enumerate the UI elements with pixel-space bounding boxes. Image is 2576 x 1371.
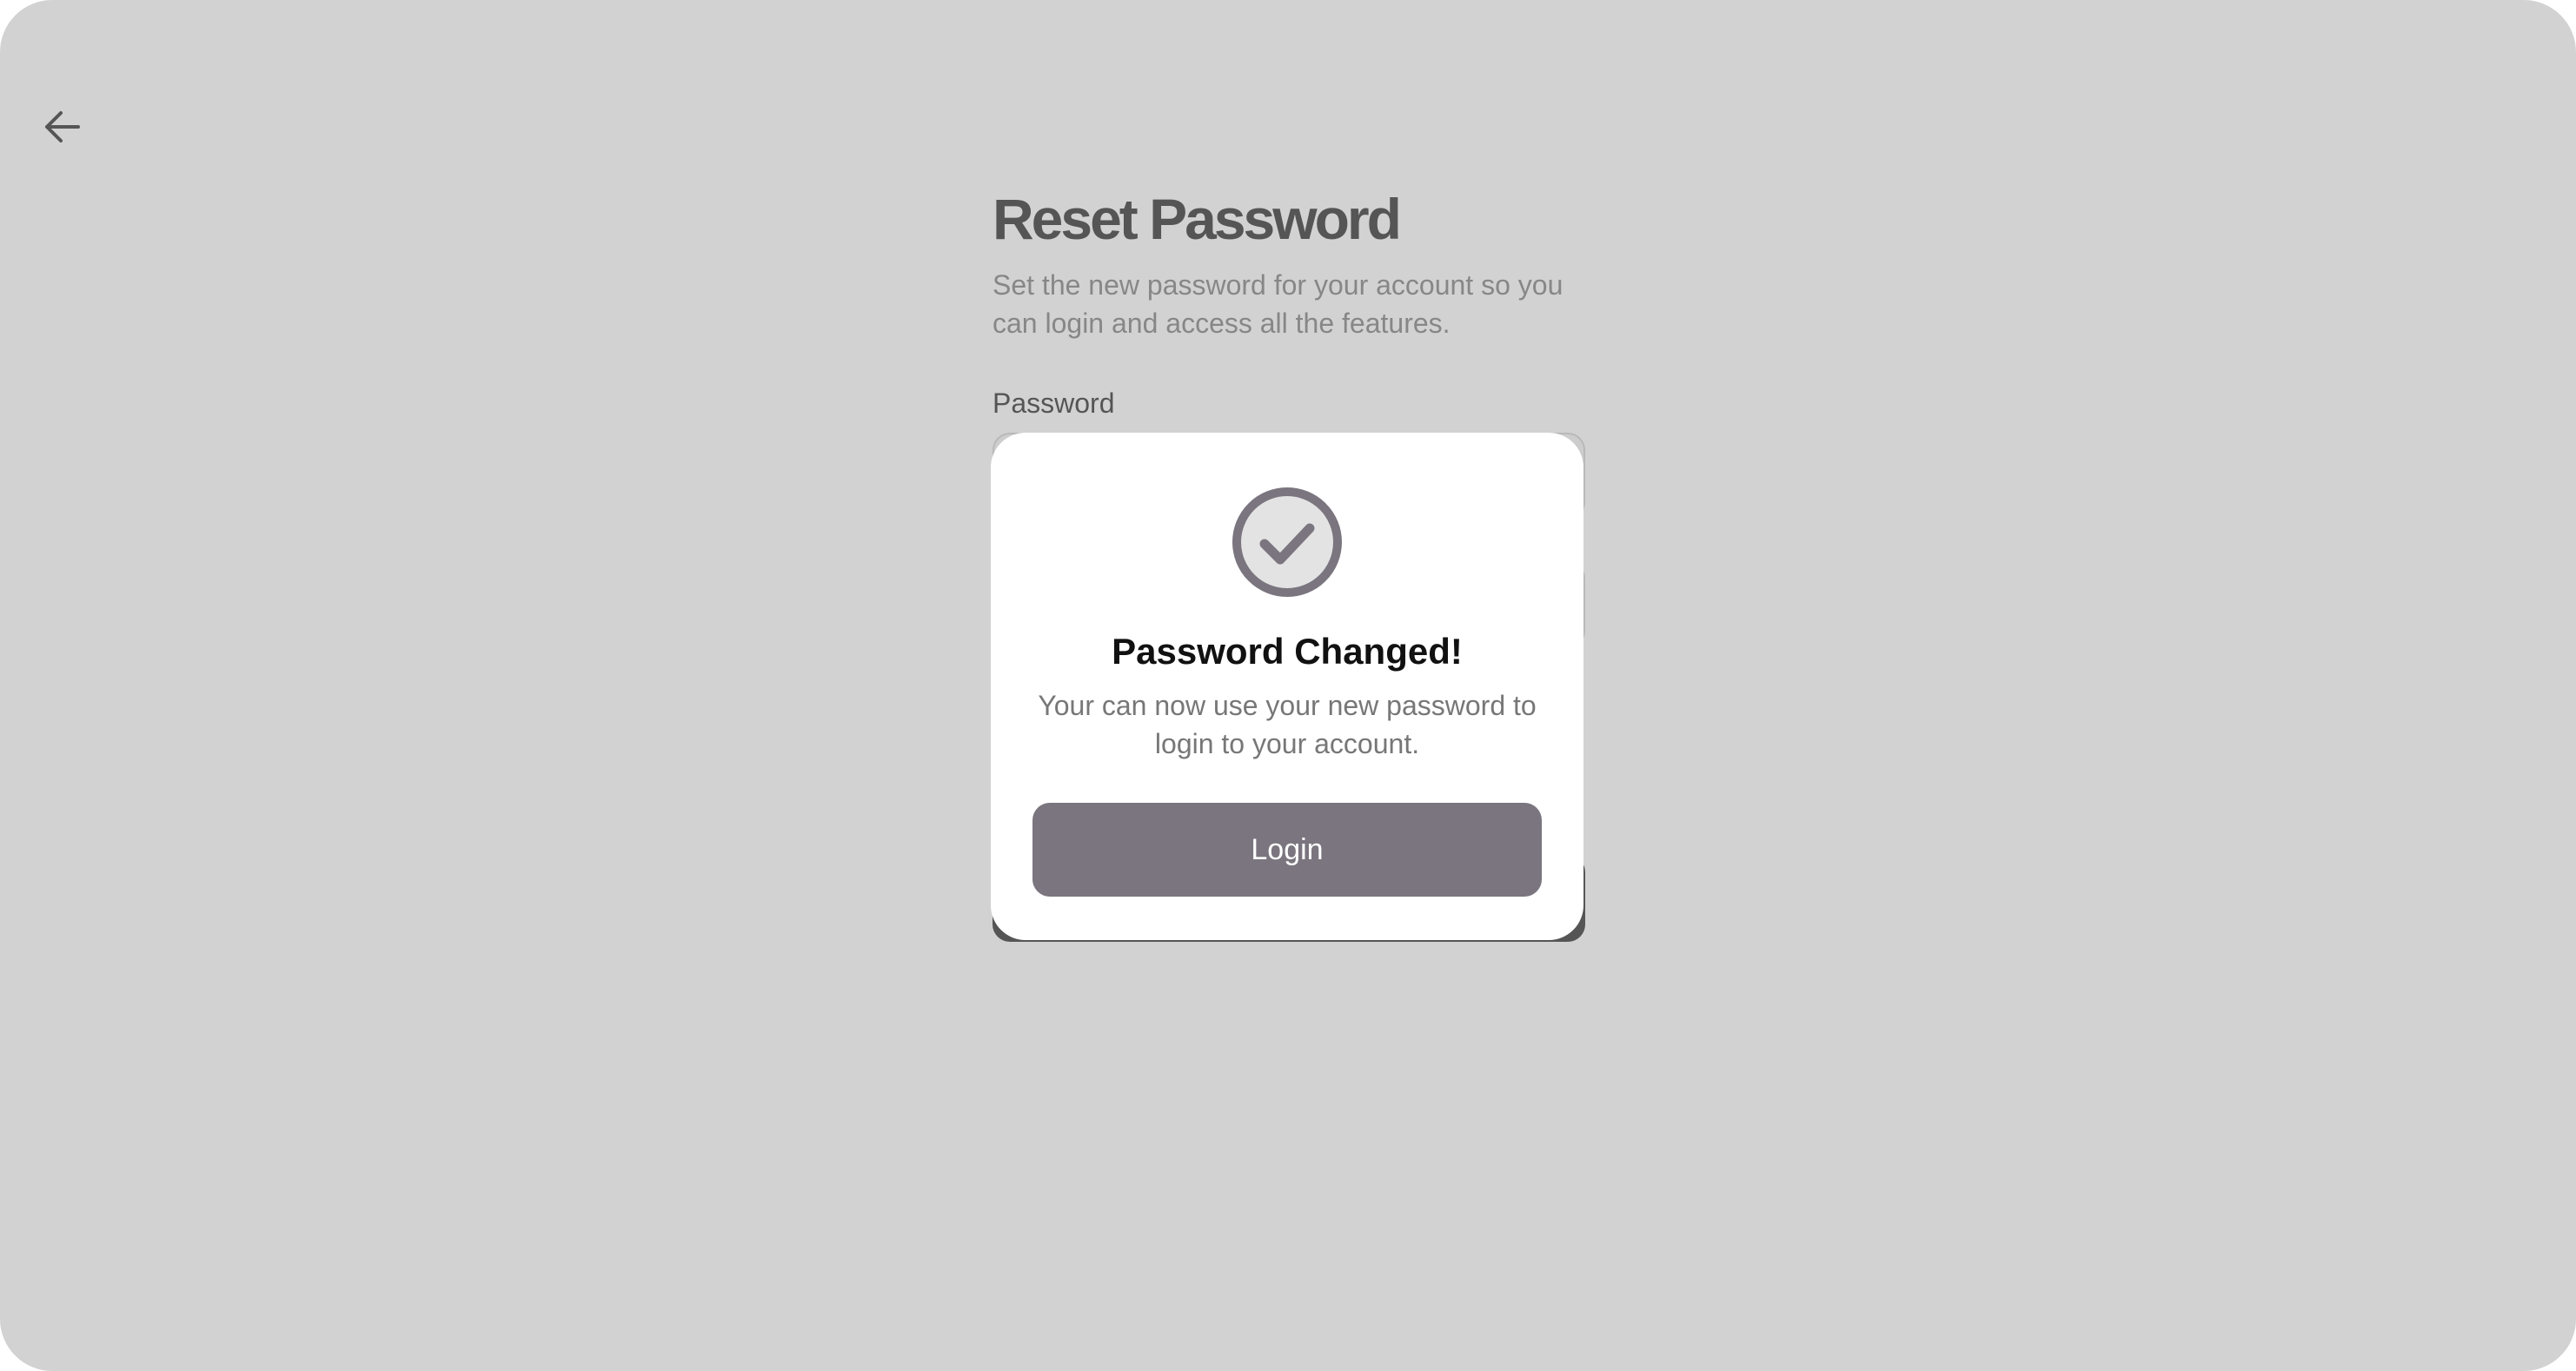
dialog-message: Your can now use your new password to lo…: [1038, 690, 1537, 759]
dialog-title: Password Changed!: [1112, 631, 1463, 672]
login-button[interactable]: Login: [1032, 803, 1542, 897]
password-changed-dialog: Password Changed! Your can now use your …: [991, 433, 1583, 940]
app-screen: Reset Password Set the new password for …: [0, 0, 2576, 1371]
check-circle-icon: [1232, 487, 1342, 597]
